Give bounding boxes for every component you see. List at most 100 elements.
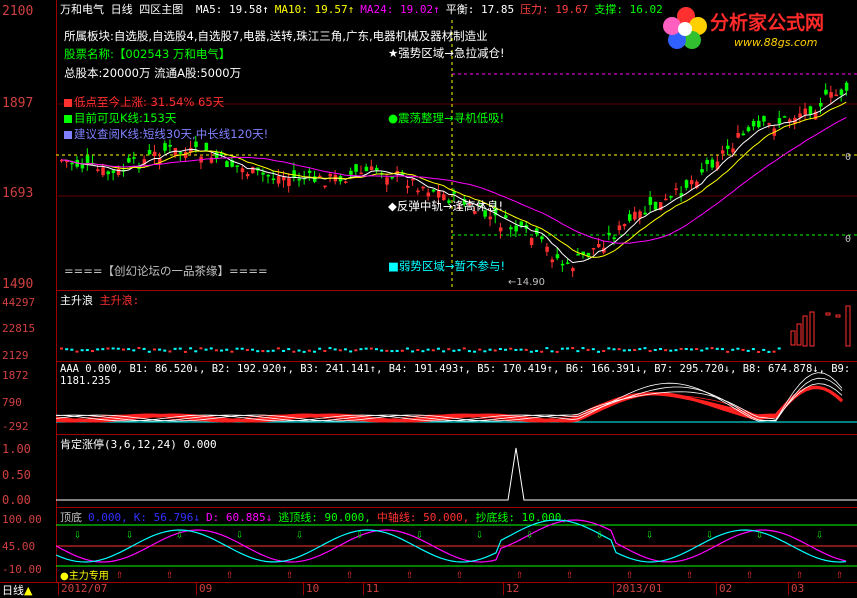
period-tab[interactable]: 日线▲ xyxy=(2,582,32,598)
candle-body xyxy=(318,175,322,178)
candle-body xyxy=(550,259,555,263)
candle-body xyxy=(777,118,782,124)
down-arrow-icon: ⇩ xyxy=(416,527,423,541)
wave-bar xyxy=(674,349,678,352)
wave-bar xyxy=(380,349,384,352)
wave-bar xyxy=(545,347,549,350)
candle-body xyxy=(111,170,116,173)
main-header: 万和电气 日线 四区主图 MA5: 19.58↑ MA10: 19.57↑ MA24… xyxy=(60,1,663,17)
down-arrow-icon: ⇩ xyxy=(526,527,533,541)
right-edge-label-1: 0 xyxy=(845,152,852,163)
down-arrow-icon: ⇩ xyxy=(356,527,363,541)
green-square-icon xyxy=(64,114,72,123)
candle-body xyxy=(127,157,131,163)
wave-bar xyxy=(535,349,539,352)
down-arrow-icon: ⇩ xyxy=(596,527,603,541)
triangle-up-icon: ▲ xyxy=(24,584,33,597)
wave-bar xyxy=(101,348,105,351)
wave-bar xyxy=(467,350,471,353)
wave-bar xyxy=(705,347,709,350)
wave-bar xyxy=(695,348,699,351)
wave-bar xyxy=(70,348,74,351)
wave-bar xyxy=(576,350,580,353)
candle-body xyxy=(271,178,276,180)
down-arrow-icon: ⇩ xyxy=(706,527,713,541)
wave-bar xyxy=(416,349,420,352)
ma-readout-0: MA5: 19.58↑ xyxy=(195,3,269,16)
candle-body xyxy=(576,254,580,256)
candle-body xyxy=(726,145,730,149)
candle-body xyxy=(436,190,441,198)
wave-bar xyxy=(777,347,781,350)
p2-tick-1: 22815 xyxy=(2,322,36,335)
ma-readout-4: 压力: 19.67 xyxy=(520,3,589,16)
aaa-indicator-chart[interactable] xyxy=(56,362,857,434)
wave-bar xyxy=(447,348,451,351)
date-tick-1: 09 xyxy=(196,582,212,595)
wave-bar xyxy=(767,350,771,353)
wave-bar xyxy=(152,348,156,351)
wave-bar xyxy=(173,347,177,350)
candle-body xyxy=(689,180,694,185)
wave-step xyxy=(809,311,815,347)
candle-body xyxy=(488,216,493,220)
wave-step xyxy=(796,323,802,346)
p3-tick-0: 1872 xyxy=(2,369,29,382)
date-tick-6: 02 xyxy=(716,582,732,595)
candle-body xyxy=(540,236,544,240)
candle-body xyxy=(529,237,534,245)
candle-body xyxy=(782,116,787,118)
p2-tick-2: 2129 xyxy=(2,349,29,362)
ma-readouts: MA5: 19.58↑ MA10: 19.57↑ MA24: 19.02↑ 平衡: 1… xyxy=(190,3,663,16)
period-label: 日线 xyxy=(110,3,133,16)
wave-step xyxy=(825,312,831,316)
wave-bar xyxy=(96,348,100,351)
ma-readout-5: 支撑: 16.02 xyxy=(594,3,663,16)
candle-body xyxy=(385,177,389,185)
candle-body xyxy=(132,157,136,159)
candle-body xyxy=(369,166,374,171)
wave-bar xyxy=(493,349,497,352)
wave-bar xyxy=(581,347,585,350)
wave-bar xyxy=(374,348,378,351)
candle-body xyxy=(555,254,560,259)
candle-body xyxy=(736,132,740,138)
limit-up-chart[interactable] xyxy=(56,435,857,507)
candle-body xyxy=(720,150,725,154)
wave-bar xyxy=(617,348,621,351)
up-arrow-icon: ⇧ xyxy=(746,567,753,581)
wave-bar xyxy=(591,348,595,351)
stock-name: 万和电气 xyxy=(60,3,104,16)
candle-body xyxy=(411,178,415,181)
candle-body xyxy=(194,141,198,148)
down-arrow-icon: ⇩ xyxy=(176,527,183,541)
wave-bar xyxy=(194,350,198,353)
candle-body xyxy=(633,211,637,220)
wave-bar xyxy=(359,348,363,351)
wave-bar xyxy=(343,348,347,351)
down-arrow-icon: ⇩ xyxy=(756,527,763,541)
up-arrow-icon: ⇧ xyxy=(626,567,633,581)
wave-bar xyxy=(240,347,244,350)
stock-code-info: 股票名称:【002543 万和电气】 xyxy=(64,47,231,61)
wave-bar xyxy=(405,347,409,350)
wave-bar xyxy=(297,349,301,352)
main-wave-chart[interactable] xyxy=(56,291,857,361)
wave-bar xyxy=(385,349,389,352)
candle-body xyxy=(416,190,420,193)
candle-body xyxy=(509,227,513,230)
down-arrow-icon: ⇩ xyxy=(236,527,243,541)
wave-bar xyxy=(209,347,213,350)
wave-bar xyxy=(566,347,570,350)
candle-body xyxy=(566,262,570,264)
top-bottom-chart[interactable]: ⇩ ⇩ ⇩ ⇩ ⇩ ⇩ ⇩ ⇩ ⇩ ⇩ ⇩ ⇩ ⇩ ⇩ ⇧ ⇧ ⇧ ⇧ ⇧ ⇧ ⇧ ⇧ ⇧ ⇧ ⇧ ⇧ ⇧ ⇧ xyxy=(56,508,857,582)
candle-body xyxy=(240,168,245,173)
candle-body xyxy=(354,164,358,172)
capital-info: 总股本:20000万 流通A股:5000万 xyxy=(64,66,242,80)
wave-bar xyxy=(633,348,637,351)
suggest-info: 建议查阅K线:短线30天,中长线120天! xyxy=(64,126,268,142)
y-tick-1897: 1897 xyxy=(2,96,34,111)
candle-body xyxy=(819,102,823,107)
up-arrow-icon: ⇧ xyxy=(346,567,353,581)
wave-bar xyxy=(664,349,668,352)
